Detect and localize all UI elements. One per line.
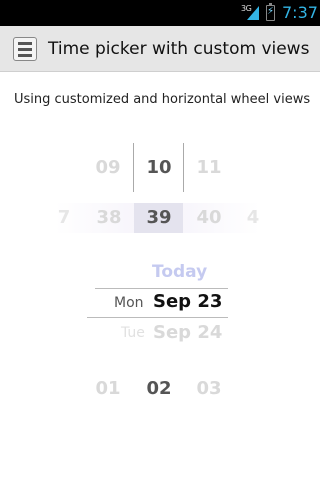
bottom-next: 03 [196,378,222,399]
day-selected-date: Sep 23 [153,291,223,312]
minute-item: 4 [246,207,260,228]
minute-item: 40 [196,207,222,228]
minute-item: 38 [96,207,122,228]
bottom-prev: 01 [95,378,121,399]
hour-current: 10 [146,157,172,178]
filmstrip-icon[interactable] [13,37,37,61]
hour-prev: 09 [95,157,121,178]
minute-item: 7 [57,207,71,228]
signal-icon [247,6,259,20]
day-today: Today [152,262,208,282]
hour-divider-left [133,143,134,192]
hour-next: 11 [196,157,222,178]
title-bar: Time picker with custom views [0,26,320,72]
minute-selected: 39 [146,207,172,228]
bottom-current: 02 [146,378,172,399]
day-selected-weekday: Mon [114,295,144,311]
page-title: Time picker with custom views [48,39,310,59]
charging-icon: ⚡ [267,6,275,17]
status-bar: 3G ⚡ 7:37 [0,0,320,26]
day-bottom-line [87,317,228,318]
day-next-date: Sep 24 [153,322,223,343]
clock: 7:37 [282,3,318,22]
description-text: Using customized and horizontal wheel vi… [14,92,311,107]
day-top-line [95,288,228,289]
day-next-weekday: Tue [121,325,145,341]
hour-divider-right [183,143,184,192]
